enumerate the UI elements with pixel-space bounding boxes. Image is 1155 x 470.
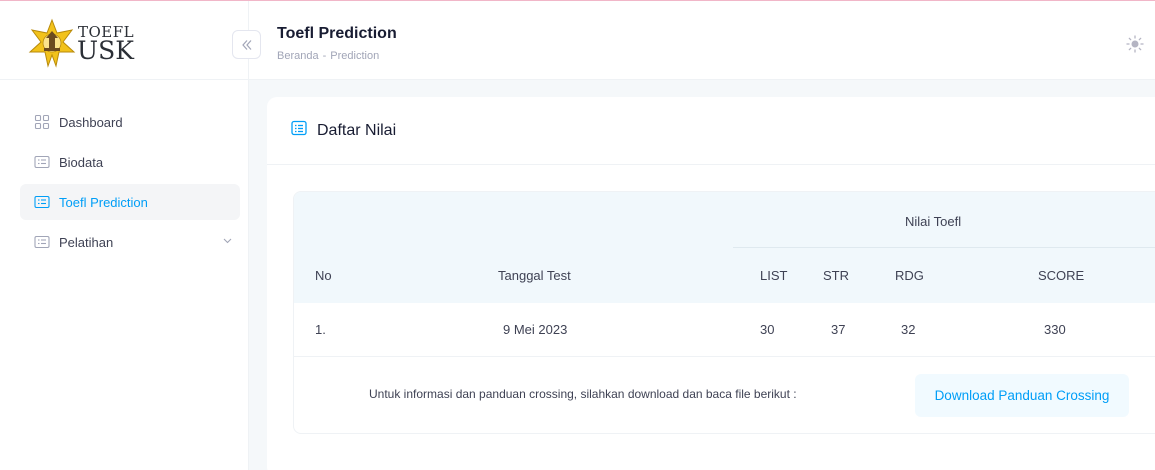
list-card-icon bbox=[34, 234, 50, 250]
sidebar-item-label: Pelatihan bbox=[59, 234, 114, 250]
double-chevron-left-icon bbox=[241, 39, 251, 50]
sidebar-item-toefl-prediction[interactable]: Toefl Prediction bbox=[20, 184, 240, 220]
logo-text-bottom: USK bbox=[77, 36, 134, 65]
column-header-str: STR bbox=[823, 268, 849, 283]
chevron-down-icon[interactable] bbox=[223, 236, 232, 247]
sidebar: TOEFL USK Dashboard Biodata Toefl Predic… bbox=[0, 1, 249, 470]
sidebar-item-label: Toefl Prediction bbox=[59, 194, 148, 210]
list-card-icon bbox=[34, 154, 50, 170]
grid-icon bbox=[34, 114, 50, 130]
column-header-no: No bbox=[315, 268, 332, 283]
sidebar-menu: Dashboard Biodata Toefl Prediction Pelat… bbox=[0, 80, 248, 260]
sun-icon bbox=[1126, 35, 1144, 53]
column-header-score: SCORE bbox=[1038, 268, 1085, 283]
header-divider bbox=[733, 247, 1155, 248]
page-header: Toefl Prediction Beranda - Prediction bbox=[249, 1, 1155, 80]
download-panduan-button[interactable]: Download Panduan Crossing bbox=[915, 374, 1129, 417]
cell-tanggal-test: 9 Mei 2023 bbox=[503, 322, 568, 337]
usk-emblem-icon bbox=[28, 18, 76, 68]
logo[interactable]: TOEFL USK bbox=[28, 18, 160, 68]
brand-area: TOEFL USK bbox=[0, 1, 248, 80]
card-header: Daftar Nilai bbox=[267, 97, 1155, 165]
column-header-list: LIST bbox=[760, 268, 788, 283]
cell-rdg: 32 bbox=[901, 322, 916, 337]
info-text: Untuk informasi dan panduan crossing, si… bbox=[369, 387, 797, 401]
card-title: Daftar Nilai bbox=[317, 121, 397, 139]
page-title: Toefl Prediction bbox=[277, 25, 397, 42]
cell-list: 30 bbox=[760, 322, 775, 337]
cell-str: 37 bbox=[831, 322, 846, 337]
sidebar-item-label: Dashboard bbox=[59, 114, 123, 130]
breadcrumb-item-beranda[interactable]: Beranda bbox=[277, 50, 319, 62]
list-card-icon bbox=[34, 194, 50, 210]
breadcrumb-item-prediction: Prediction bbox=[330, 50, 380, 62]
sidebar-item-dashboard[interactable]: Dashboard bbox=[20, 104, 240, 140]
table-footer: Untuk informasi dan panduan crossing, si… bbox=[294, 357, 1155, 433]
cell-score: 330 bbox=[1044, 322, 1066, 337]
breadcrumb-separator: - bbox=[322, 50, 327, 62]
theme-toggle-button[interactable] bbox=[1126, 35, 1144, 53]
nilai-table: Nilai Toefl No Tanggal Test LIST STR RDG… bbox=[293, 191, 1155, 434]
daftar-nilai-card: Daftar Nilai Nilai Toefl No Tanggal Test… bbox=[267, 97, 1155, 470]
column-header-rdg: RDG bbox=[895, 268, 924, 283]
table-header: Nilai Toefl No Tanggal Test LIST STR RDG… bbox=[294, 192, 1155, 303]
sidebar-collapse-button[interactable] bbox=[232, 30, 261, 59]
column-header-tanggal-test: Tanggal Test bbox=[498, 268, 571, 283]
sidebar-item-pelatihan[interactable]: Pelatihan bbox=[20, 224, 240, 260]
sidebar-item-biodata[interactable]: Biodata bbox=[20, 144, 240, 180]
breadcrumb: Beranda - Prediction bbox=[277, 50, 379, 62]
column-group-header: Nilai Toefl bbox=[905, 214, 962, 229]
sidebar-item-label: Biodata bbox=[59, 154, 104, 170]
list-icon bbox=[291, 120, 307, 141]
table-row: 1. 9 Mei 2023 30 37 32 330 bbox=[294, 303, 1155, 357]
cell-no: 1. bbox=[315, 322, 326, 337]
